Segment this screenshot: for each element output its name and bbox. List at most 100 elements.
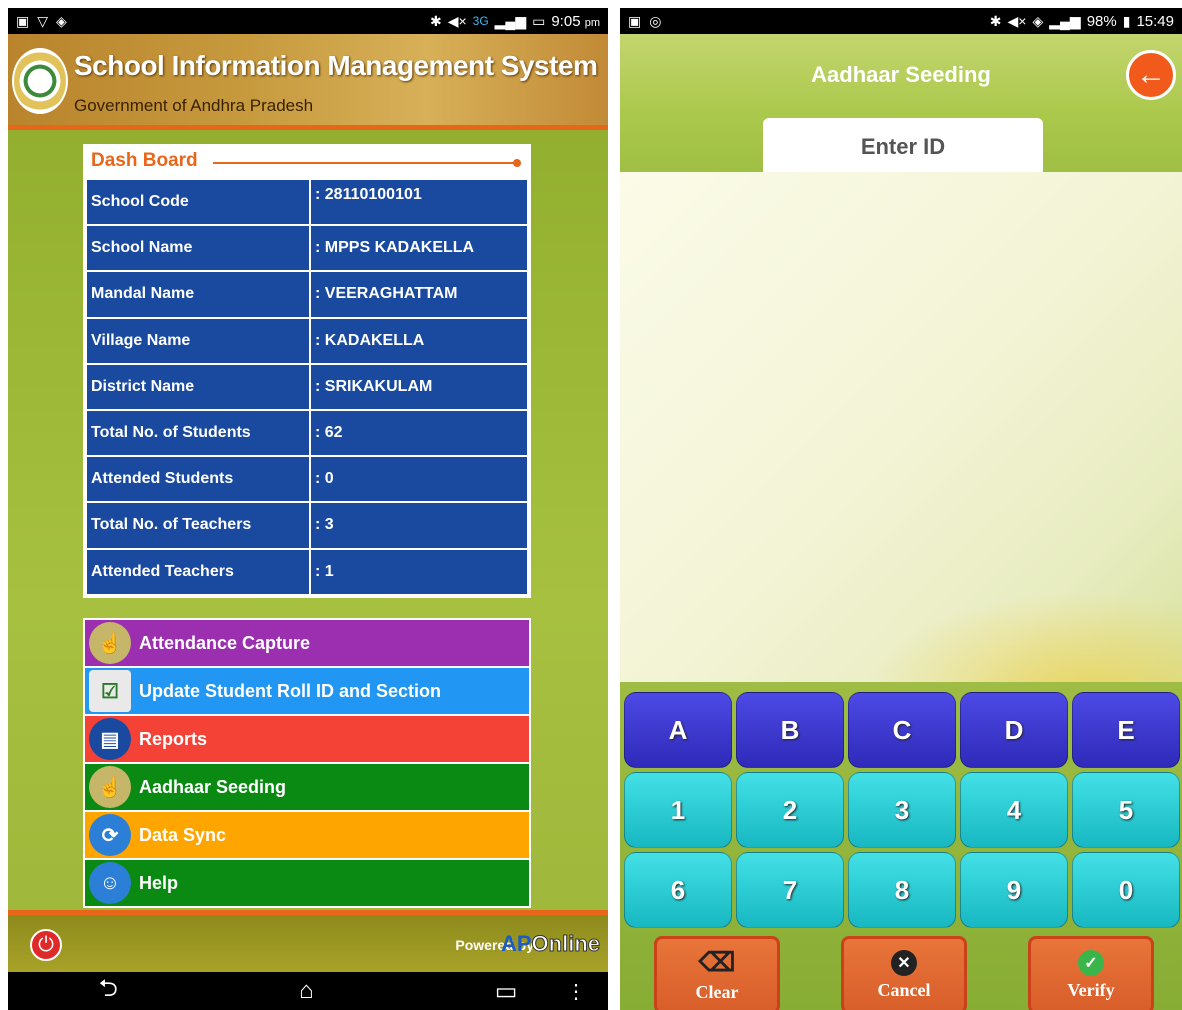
clock: 15:49	[1136, 12, 1174, 30]
sync-status-icon: ◎	[649, 12, 662, 29]
help-people-icon: ☺	[89, 862, 131, 904]
menu-item-label: Aadhaar Seeding	[139, 776, 287, 797]
key-6[interactable]: 6	[624, 852, 732, 928]
row-label: District Name	[87, 364, 309, 409]
checklist-icon: ☑	[89, 670, 131, 712]
recents-nav-icon[interactable]: ▭	[495, 977, 518, 1006]
key-2[interactable]: 2	[736, 772, 844, 848]
key-e[interactable]: E	[1072, 692, 1180, 768]
power-icon[interactable]: ⏻	[30, 929, 62, 961]
clock: 9:05 pm	[551, 12, 600, 30]
cancel-label: Cancel	[877, 979, 931, 1000]
menu-item-label: Attendance Capture	[139, 632, 311, 653]
number-row-2: 6 7 8 9 0	[624, 852, 1180, 928]
more-options-icon[interactable]: ⋮	[566, 979, 586, 1004]
battery-level: 98%	[1086, 12, 1117, 30]
clear-button[interactable]: ⌫ Clear	[654, 936, 780, 1010]
key-9[interactable]: 9	[960, 852, 1068, 928]
table-row: Mandal Name: VEERAGHATTAM	[87, 272, 527, 317]
android-nav-bar: ⮌ ⌂ ▭ ⋮	[8, 972, 608, 1010]
key-c[interactable]: C	[848, 692, 956, 768]
verify-button[interactable]: ✓ Verify	[1028, 936, 1154, 1010]
menu-item-label: Update Student Roll ID and Section	[139, 680, 442, 701]
menu-item-label: Data Sync	[139, 824, 227, 845]
gallery-icon: ▣	[628, 12, 642, 29]
menu-item-aadhaar-seeding[interactable]: ☝ Aadhaar Seeding	[85, 764, 529, 810]
key-b[interactable]: B	[736, 692, 844, 768]
footer: ⏻ Powered by APOnline	[8, 910, 608, 972]
bluetooth-icon: ✱	[429, 12, 442, 29]
keypad: A B C D E 1 2 3 4 5 6 7 8 9 0 ⌫ Clear ✕	[620, 682, 1182, 1010]
menu-item-attendance-capture[interactable]: ☝ Attendance Capture	[85, 620, 529, 666]
back-nav-icon[interactable]: ⮌	[99, 971, 118, 1010]
row-value: : KADAKELLA	[311, 318, 527, 363]
app-title: School Information Management System	[74, 50, 598, 81]
download-icon: ▽	[37, 12, 49, 29]
signal-icon: ▂▄▆	[494, 12, 527, 29]
row-value: : 0	[311, 457, 527, 502]
signal-icon: ▂▄▆	[1049, 12, 1081, 29]
mute-icon: ◀×	[1007, 12, 1027, 29]
right-screen: ▣ ◎ ✱ ◀× ◈ ▂▄▆ 98% ▮ 15:49 Aadhaar Seedi…	[620, 8, 1182, 1010]
divider-dot	[513, 159, 521, 167]
key-0[interactable]: 0	[1072, 852, 1180, 928]
aponline-logo: APOnline	[500, 931, 601, 957]
table-row: Attended Students: 0	[87, 457, 527, 502]
status-bar: ▣ ◎ ✱ ◀× ◈ ▂▄▆ 98% ▮ 15:49	[620, 8, 1182, 34]
row-value: : SRIKAKULAM	[311, 364, 527, 409]
key-d[interactable]: D	[960, 692, 1068, 768]
row-value: : MPPS KADAKELLA	[311, 226, 527, 271]
table-row: District Name: SRIKAKULAM	[87, 364, 527, 409]
backspace-icon: ⌫	[698, 947, 736, 977]
hand-touch-icon: ☝	[89, 622, 131, 664]
key-3[interactable]: 3	[848, 772, 956, 848]
menu-item-update-student-roll[interactable]: ☑ Update Student Roll ID and Section	[85, 668, 529, 714]
dashboard-header: Dash Board	[85, 146, 529, 178]
table-row: Total No. of Students: 62	[87, 410, 527, 456]
dashboard-card: Dash Board School Code: 28110100101 Scho…	[83, 144, 531, 598]
row-label: Total No. of Students	[87, 410, 309, 456]
key-8[interactable]: 8	[848, 852, 956, 928]
row-value: : 62	[311, 410, 527, 456]
home-nav-icon[interactable]: ⌂	[299, 977, 314, 1005]
enter-id-input[interactable]	[763, 118, 1043, 176]
report-icon: ▤	[89, 718, 131, 760]
dashboard-title: Dash Board	[91, 150, 198, 171]
letter-row: A B C D E	[624, 692, 1180, 768]
app-subtitle: Government of Andhra Pradesh	[74, 96, 314, 115]
menu-item-help[interactable]: ☺ Help	[85, 860, 529, 906]
row-label: School Name	[87, 226, 309, 271]
menu-item-label: Reports	[139, 728, 208, 749]
table-row: Village Name: KADAKELLA	[87, 318, 527, 363]
row-label: Village Name	[87, 318, 309, 363]
key-1[interactable]: 1	[624, 772, 732, 848]
clear-label: Clear	[695, 981, 739, 1002]
check-icon: ✓	[1078, 949, 1104, 976]
row-value: : 28110100101	[311, 180, 527, 225]
battery-icon: ▮	[1122, 12, 1131, 29]
wifi-icon: ◈	[56, 12, 67, 29]
back-arrow-icon[interactable]: ←	[1126, 50, 1176, 100]
table-row: Total No. of Teachers: 3	[87, 503, 527, 548]
table-row: Attended Teachers: 1	[87, 549, 527, 594]
aadhaar-header: Aadhaar Seeding ←	[620, 34, 1182, 176]
number-row-1: 1 2 3 4 5	[624, 772, 1180, 848]
table-row: School Code: 28110100101	[87, 180, 527, 225]
row-label: School Code	[87, 180, 309, 225]
table-row: School Name: MPPS KADAKELLA	[87, 226, 527, 271]
key-5[interactable]: 5	[1072, 772, 1180, 848]
gallery-icon: ▣	[16, 12, 30, 29]
key-a[interactable]: A	[624, 692, 732, 768]
cancel-button[interactable]: ✕ Cancel	[841, 936, 967, 1010]
battery-icon: ▭	[532, 12, 546, 29]
menu-item-data-sync[interactable]: ⟳ Data Sync	[85, 812, 529, 858]
app-header: School Information Management System Gov…	[8, 34, 608, 130]
sync-icon: ⟳	[89, 814, 131, 856]
mute-icon: ◀×	[447, 12, 467, 29]
network-type: 3G	[472, 14, 489, 28]
key-7[interactable]: 7	[736, 852, 844, 928]
dashboard-table: School Code: 28110100101 School Name: MP…	[85, 178, 529, 596]
menu-item-reports[interactable]: ▤ Reports	[85, 716, 529, 762]
row-label: Attended Teachers	[87, 549, 309, 594]
key-4[interactable]: 4	[960, 772, 1068, 848]
